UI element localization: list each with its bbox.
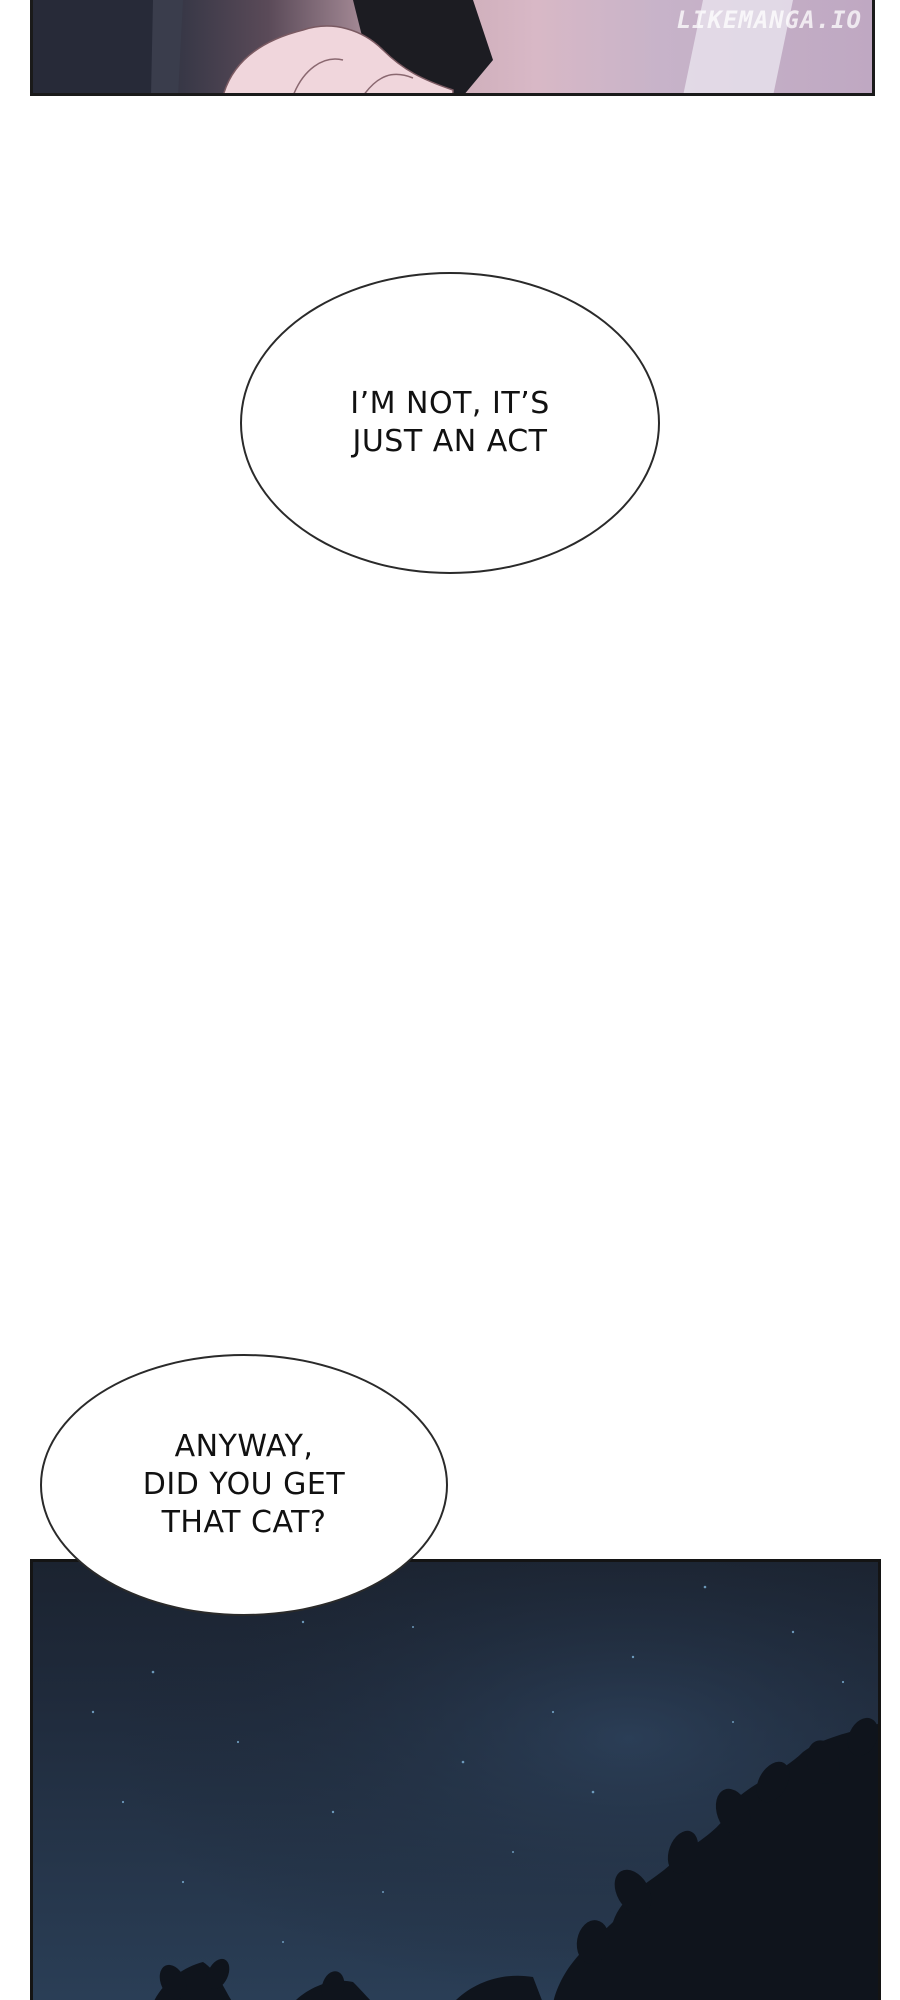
night-sky-illustration <box>33 1562 878 2000</box>
speech-bubble: ANYWAY, DID YOU GET THAT CAT? <box>40 1354 448 1616</box>
speech-bubble-text: I’M NOT, IT’S JUST AN ACT <box>350 386 550 459</box>
watermark-text: LIKEMANGA.IO <box>676 6 862 34</box>
speech-bubble-text: ANYWAY, DID YOU GET THAT CAT? <box>142 1429 346 1540</box>
speech-bubble: I’M NOT, IT’S JUST AN ACT <box>240 272 660 574</box>
night-sky-panel <box>30 1559 881 2000</box>
top-panel-illustration: LIKEMANGA.IO <box>30 0 875 96</box>
